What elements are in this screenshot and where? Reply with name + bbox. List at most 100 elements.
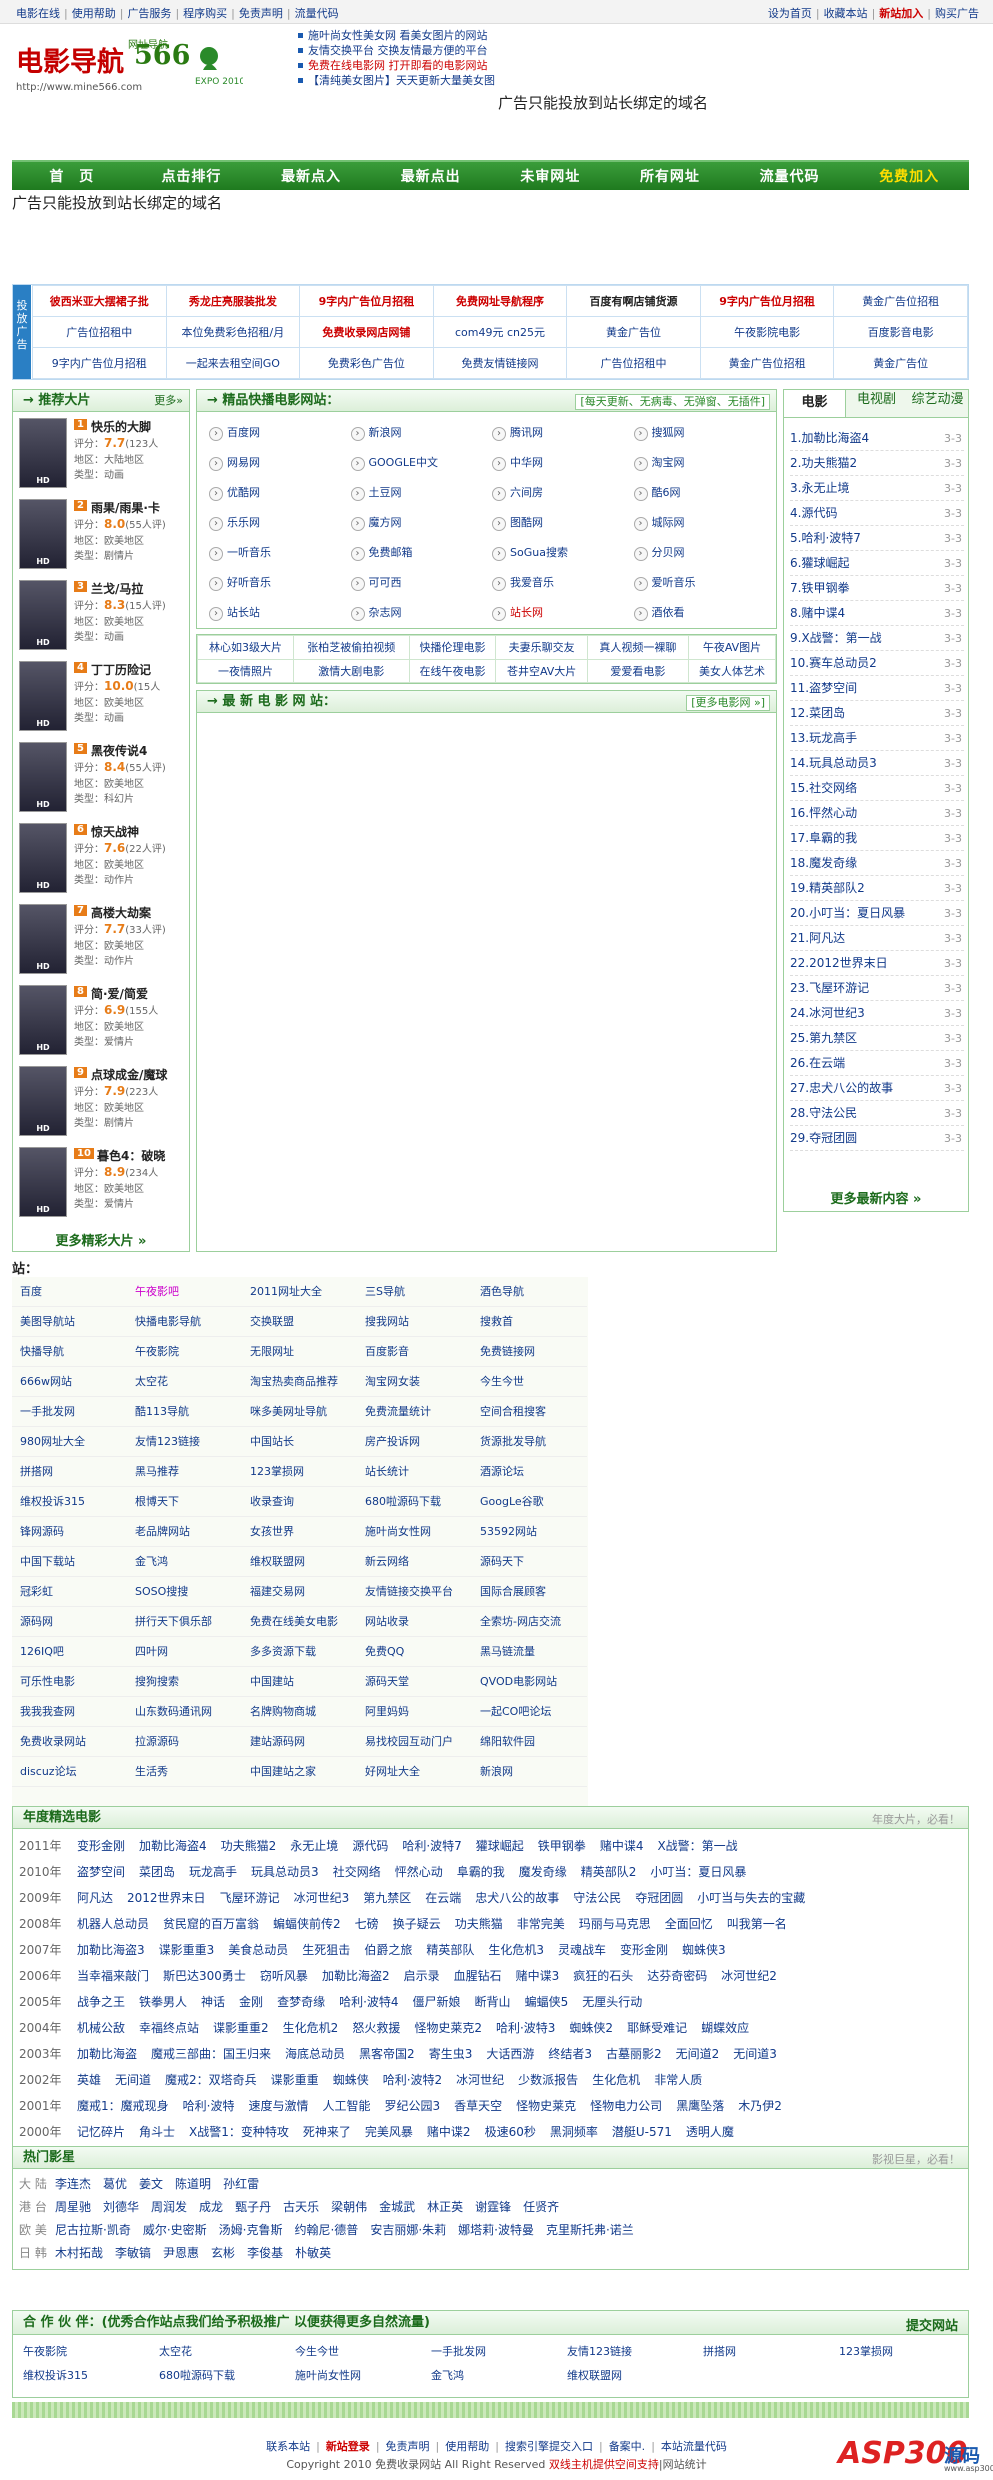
year-movie[interactable]: 源代码: [352, 1839, 388, 1853]
movie-poster[interactable]: HD: [19, 823, 67, 893]
ad-cell[interactable]: 免费友情链接网: [432, 347, 568, 379]
station-link[interactable]: 搜救首: [472, 1307, 587, 1337]
year-movie[interactable]: 终结者3: [548, 2047, 592, 2061]
year-movie[interactable]: 怪物电力公司: [590, 2099, 662, 2113]
partner-link[interactable]: 太空花: [159, 2343, 192, 2359]
star-name[interactable]: 汤姆·克鲁斯: [219, 2223, 283, 2237]
year-movie[interactable]: 伯爵之旅: [364, 1943, 412, 1957]
year-movie[interactable]: 黑客帝国2: [359, 2047, 415, 2061]
ad-cell[interactable]: 9字内广告位月招租: [299, 285, 434, 317]
star-name[interactable]: 梁朝伟: [331, 2200, 367, 2214]
ranking-item[interactable]: 22.2012世界末日 3-3: [790, 951, 964, 976]
station-link[interactable]: 搜我网站: [357, 1307, 472, 1337]
year-movie[interactable]: 小叮当与失去的宝藏: [697, 1891, 805, 1905]
text-ad[interactable]: 午夜AV图片: [688, 635, 776, 660]
movie-item[interactable]: HD 6 惊天战神 评分：7.6(22人评) 地区：欧美地区 类型：动作片: [19, 823, 187, 898]
station-link[interactable]: 126IQ吧: [12, 1637, 127, 1667]
station-link[interactable]: 快播导航: [12, 1337, 127, 1367]
ranking-item[interactable]: 1.加勒比海盗4 3-3: [790, 426, 964, 451]
site-link[interactable]: 魔方网: [347, 508, 489, 538]
site-link[interactable]: 酷6网: [630, 478, 772, 508]
year-movie[interactable]: 功夫熊猫: [455, 1917, 503, 1931]
footer-link[interactable]: 联系本站: [266, 2440, 310, 2453]
year-movie[interactable]: 哈利·波特2: [383, 2073, 442, 2087]
year-movie[interactable]: 无厘头行动: [582, 1995, 642, 2009]
ad-cell[interactable]: 黄金广告位: [566, 316, 701, 348]
year-movie[interactable]: 永无止境: [290, 1839, 338, 1853]
partner-link[interactable]: 维权联盟网: [567, 2367, 622, 2383]
site-link[interactable]: 分贝网: [630, 538, 772, 568]
year-movie[interactable]: 魔戒1：魔戒现身: [77, 2099, 169, 2113]
more-movies-link[interactable]: 更多精彩大片 »: [13, 1230, 189, 1249]
site-link[interactable]: 爱听音乐: [630, 568, 772, 598]
year-movie[interactable]: 玩具总动员3: [251, 1865, 319, 1879]
top-link[interactable]: 免责声明: [239, 7, 283, 20]
station-link[interactable]: 免费链接网: [472, 1337, 587, 1367]
year-movie[interactable]: 贫民窟的百万富翁: [163, 1917, 259, 1931]
star-name[interactable]: 李连杰: [55, 2177, 91, 2191]
partner-link[interactable]: 金飞鸿: [431, 2367, 464, 2383]
station-link[interactable]: 货源批发导航: [472, 1427, 587, 1457]
year-movie[interactable]: 僵尸新娘: [413, 1995, 461, 2009]
station-link[interactable]: 今生今世: [472, 1367, 587, 1397]
ranking-item[interactable]: 14.玩具总动员3 3-3: [790, 751, 964, 776]
movie-poster[interactable]: HD: [19, 580, 67, 650]
year-movie[interactable]: 非常人质: [654, 2073, 702, 2087]
ad-cell[interactable]: 黄金广告位: [833, 347, 968, 379]
movie-poster[interactable]: HD: [19, 1066, 67, 1136]
station-link[interactable]: 新浪网: [472, 1757, 587, 1787]
site-link[interactable]: 图酷网: [488, 508, 630, 538]
year-movie[interactable]: 蜘蛛侠: [333, 2073, 369, 2087]
year-movie[interactable]: 冰河世纪2: [721, 1969, 777, 1983]
site-link[interactable]: 腾讯网: [488, 418, 630, 448]
year-movie[interactable]: 角斗士: [139, 2125, 175, 2139]
station-link[interactable]: 酒色导航: [472, 1277, 587, 1307]
nav-item[interactable]: 首 页: [12, 166, 132, 186]
station-link[interactable]: 百度影音: [357, 1337, 472, 1367]
year-movie[interactable]: 无间道: [115, 2073, 151, 2087]
site-link[interactable]: GOOGLE中文: [347, 448, 489, 478]
year-movie[interactable]: 哈利·波特: [183, 2099, 235, 2113]
year-movie[interactable]: 谍影重重3: [159, 1943, 215, 1957]
station-link[interactable]: 无限网址: [242, 1337, 357, 1367]
year-movie[interactable]: 2012世界末日: [127, 1891, 206, 1905]
nav-item[interactable]: 未审网址: [491, 166, 611, 186]
site-link[interactable]: 土豆网: [347, 478, 489, 508]
top-link[interactable]: 广告服务: [127, 7, 171, 20]
station-link[interactable]: 980网址大全: [12, 1427, 127, 1457]
partner-link[interactable]: 午夜影院: [23, 2343, 67, 2359]
station-link[interactable]: 老品牌网站: [127, 1517, 242, 1547]
year-movie[interactable]: 生死狙击: [302, 1943, 350, 1957]
year-movie[interactable]: 獾球崛起: [476, 1839, 524, 1853]
year-movie[interactable]: 加勒比海盗3: [77, 1943, 145, 1957]
year-movie[interactable]: 耶稣受难记: [627, 2021, 687, 2035]
star-name[interactable]: 李敏镐: [115, 2246, 151, 2260]
year-movie[interactable]: 盗梦空间: [77, 1865, 125, 1879]
station-link[interactable]: 一起CO吧论坛: [472, 1697, 587, 1727]
site-link[interactable]: 免费邮箱: [347, 538, 489, 568]
movie-title[interactable]: 点球成金/魔球: [91, 1066, 167, 1083]
year-movie[interactable]: 生化危机3: [488, 1943, 544, 1957]
ad-cell[interactable]: com49元 cn25元: [432, 316, 568, 348]
ad-cell[interactable]: 免费彩色广告位: [299, 347, 434, 379]
station-link[interactable]: 680啦源码下载: [357, 1487, 472, 1517]
year-movie[interactable]: 魔发奇缘: [519, 1865, 567, 1879]
site-link[interactable]: 新浪网: [347, 418, 489, 448]
partner-link[interactable]: 施叶尚女性网: [295, 2367, 361, 2383]
text-ad[interactable]: 张柏芝被偷拍视频: [293, 635, 410, 660]
site-link[interactable]: 一听音乐: [205, 538, 347, 568]
year-movie[interactable]: 透明人魔: [686, 2125, 734, 2139]
top-link[interactable]: 收藏本站: [824, 7, 868, 20]
year-movie[interactable]: 七磅: [355, 1917, 379, 1931]
year-movie[interactable]: 斯巴达300勇士: [163, 1969, 246, 1983]
tab-2[interactable]: 综艺动漫: [907, 390, 968, 417]
movie-item[interactable]: HD 10 暮色4：破晓 评分：8.9(234人 地区：欧美地区 类型：爱情片: [19, 1147, 187, 1222]
partner-link[interactable]: 680啦源码下载: [159, 2367, 235, 2383]
year-movie[interactable]: 哈利·波特4: [339, 1995, 398, 2009]
year-movie[interactable]: 灵魂战车: [558, 1943, 606, 1957]
station-link[interactable]: 网站收录: [357, 1607, 472, 1637]
station-link[interactable]: 午夜影院: [127, 1337, 242, 1367]
partner-link[interactable]: 一手批发网: [431, 2343, 486, 2359]
station-link[interactable]: 中国下载站: [12, 1547, 127, 1577]
star-name[interactable]: 古天乐: [283, 2200, 319, 2214]
